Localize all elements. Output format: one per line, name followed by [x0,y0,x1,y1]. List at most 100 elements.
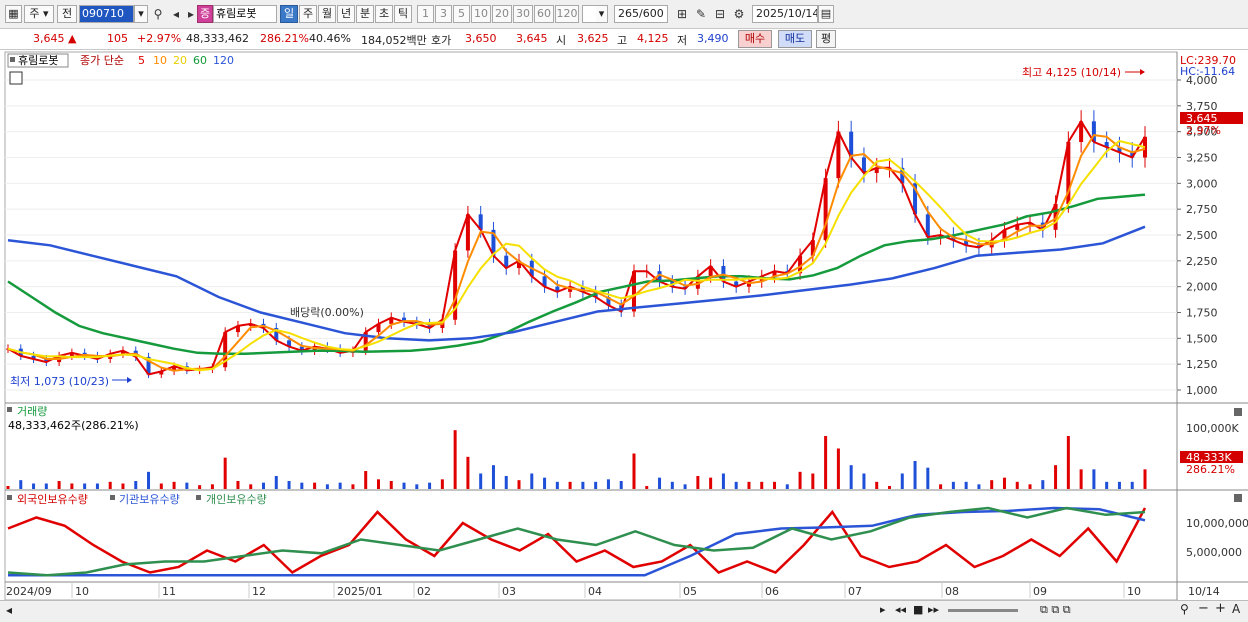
volume-bar [926,467,930,489]
volume-panel-handle[interactable] [7,407,12,412]
interval-3-button[interactable]: 3 [435,5,452,23]
panel-settings-icon[interactable] [9,71,23,85]
hc-label: HC:-11.64 [1180,65,1235,78]
interval-5-button[interactable]: 5 [453,5,470,23]
period-tick-tab[interactable]: 틱 [394,5,412,23]
holdings-panel-handle[interactable] [7,495,12,500]
x-axis-label: 04 [588,585,602,598]
code-dropdown-icon[interactable]: ▾ [134,5,148,23]
stock-code-input[interactable]: 090710 [79,5,134,23]
volume-bar [504,476,508,489]
buy-button[interactable]: 매수 [738,30,772,48]
volume-bar [1028,484,1032,489]
avg-button[interactable]: 평 [816,30,836,48]
volume-bar [325,484,329,489]
scroll-right-icon[interactable]: ▸ [880,603,886,616]
period-month-tab[interactable]: 월 [318,5,336,23]
volume-bar [402,482,406,489]
period-second-tab[interactable]: 초 [375,5,393,23]
x-axis-label: 06 [765,585,779,598]
draw-tool-icon[interactable]: ✎ [693,5,709,23]
volume-bar [747,481,751,489]
high-annotation: 최고 4,125 (10/14) [1022,66,1121,79]
date-input[interactable]: 2025/10/14 [752,5,818,23]
period-day-tab[interactable]: 일 [280,5,298,23]
scroll-left-icon[interactable]: ◂ [6,603,12,617]
interval-120-button[interactable]: 120 [555,5,579,23]
period-minute-tab[interactable]: 분 [356,5,374,23]
volume-bar [951,481,955,489]
volume-bar [172,481,176,489]
market-type-select[interactable]: 주 ▾ [24,5,54,23]
volume-bar [57,481,61,489]
y-tick-label: 2,500 [1186,229,1218,242]
fast-forward-icon[interactable]: ▸▸ [928,603,939,616]
search-icon[interactable]: ⚲ [150,5,166,23]
all-toggle-button[interactable]: 전 [57,5,77,23]
volume-bar [262,482,266,489]
volume-bar [619,481,623,489]
layout-icon[interactable]: ⧉ ⧉ ⧉ [1040,603,1071,617]
price-chart: 휴림로봇 종가 단순 5 10 20 60 120 최고 4,125 (10/1… [4,51,1248,600]
bid-price-1: 3,650 [465,32,497,45]
holdings-close-icon[interactable] [1234,494,1242,502]
ma120-label: 120 [213,54,234,67]
chart-menu-icon[interactable]: ▦ [5,5,22,23]
volume-bar [581,481,585,489]
split-icon[interactable]: ⊟ [712,5,728,23]
interval-10-button[interactable]: 10 [471,5,491,23]
font-size-icon[interactable]: A [1232,602,1240,616]
volume-close-icon[interactable] [1234,408,1242,416]
volume-bar [376,479,380,489]
bid-label: 호가 [431,34,452,47]
stock-name-field[interactable]: 휴림로봇 [213,5,277,23]
zoom-in-icon[interactable]: ⚲ [1180,602,1189,616]
interval-dropdown-icon[interactable]: ▾ [596,5,608,23]
y-tick-label: 1,750 [1186,307,1218,320]
volume-bar [555,481,559,489]
volume-bar [594,481,598,489]
sell-button[interactable]: 매도 [778,30,812,48]
panel-handle-icon[interactable] [10,57,15,62]
volume-bar [1015,481,1019,489]
x-axis-label: 10 [1127,585,1141,598]
volume-bar [900,473,904,489]
volume-bar [32,483,36,489]
period-week-tab[interactable]: 주 [299,5,317,23]
plus-icon[interactable]: + [1215,601,1226,616]
gear-icon[interactable]: ⚙ [731,5,747,23]
volume-axis-tick: 100,000K [1186,422,1239,435]
volume-bar [773,481,777,489]
volume-bar [338,482,342,489]
volume-bar [415,484,419,489]
zoom-out-icon[interactable]: − [1198,601,1209,616]
data-count-field[interactable]: 265/600 [614,5,668,23]
event-annotation: 배당락(0.00%) [290,306,364,319]
calendar-icon[interactable]: ▤ [818,5,834,23]
open-label: 시 [556,34,567,47]
period-year-tab[interactable]: 년 [337,5,355,23]
interval-30-button[interactable]: 30 [513,5,533,23]
current-price: 3,645 ▲ [33,32,77,45]
speaker-icon[interactable]: ◂ [168,5,184,23]
x-axis-label: 12 [252,585,266,598]
interval-60-button[interactable]: 60 [534,5,554,23]
legend-inst-marker [110,495,115,500]
quote-bar: 3,645 ▲ 105 +2.97% 48,333,462 286.21% 40… [0,29,1248,50]
crosshair-icon[interactable]: ⊞ [674,5,690,23]
interval-1-button[interactable]: 1 [417,5,434,23]
bottom-scrollbar[interactable]: ◂ ▸ ◂◂ ■ ▸▸ ⧉ ⧉ ⧉ ⚲ − + A [0,600,1248,622]
volume-bar [1130,481,1134,489]
zoom-slider[interactable] [948,609,1018,612]
volume-bar [632,453,636,489]
volume-bar [811,473,815,489]
x-axis-label: 10/14 [1188,585,1220,598]
volume-bar [658,477,662,489]
volume-bar [1117,481,1121,489]
volume-bar [134,481,138,489]
interval-20-button[interactable]: 20 [492,5,512,23]
volume-bar [249,484,253,489]
stop-icon[interactable]: ■ [913,603,923,616]
rewind-icon[interactable]: ◂◂ [895,603,906,616]
legend-indiv-marker [196,495,201,500]
